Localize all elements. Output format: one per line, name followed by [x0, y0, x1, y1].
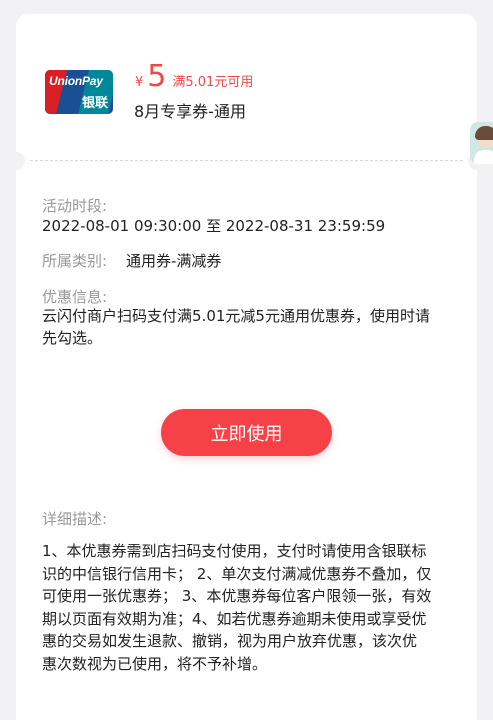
- currency-symbol: ¥: [135, 75, 144, 90]
- assistant-avatar-icon[interactable]: [470, 122, 493, 164]
- coupon-amount: 5: [147, 59, 167, 94]
- description-line: 识的中信银行信用卡； 2、单次支付满减优惠券不叠加，仅: [42, 564, 432, 583]
- category-value: 通用券-满减券: [126, 252, 222, 270]
- coupon-condition: 满5.01元可用: [172, 75, 254, 90]
- description-label: 详细描述:: [42, 510, 108, 528]
- offer-line: 云闪付商户扫码支付满5.01元减5元通用优惠券，使用时请: [42, 307, 430, 325]
- offer-info: 云闪付商户扫码支付满5.01元减5元通用优惠券，使用时请 先勾选。: [42, 305, 456, 349]
- description-text: 1、本优惠券需到店扫码支付使用，支付时请使用含银联标 识的中信银行信用卡； 2、…: [42, 540, 456, 676]
- period-value: 2022-08-01 09:30:00 至 2022-08-31 23:59:5…: [42, 217, 386, 235]
- logo-text-en: UnionPay: [49, 74, 103, 88]
- coupon-name: 8月专享券-通用: [134, 102, 246, 121]
- description-line: 1、本优惠券需到店扫码支付使用，支付时请使用含银联标: [42, 542, 427, 560]
- offer-label: 优惠信息:: [42, 288, 108, 306]
- period-label: 活动时段:: [42, 197, 108, 215]
- description-line: 惠次数视为已使用，将不予补增。: [42, 654, 268, 673]
- description-line: 可使用一张优惠券； 3、本优惠券每位客户限领一张，有效: [42, 587, 432, 606]
- unionpay-logo-icon: UnionPay 银联: [45, 70, 113, 114]
- logo-text-cn: 银联: [81, 96, 108, 111]
- category-label: 所属类别:: [42, 252, 108, 270]
- description-line: 惠的交易如发生退款、撤销，视为用户放弃优惠，该次优: [42, 632, 418, 651]
- card-notch-left: [7, 152, 25, 170]
- use-now-button[interactable]: 立即使用: [161, 409, 332, 456]
- description-line: 期以页面有效期为准；4、如若优惠券逾期未使用或享受优: [42, 609, 427, 628]
- coupon-price: ¥ 5 满5.01元可用: [135, 62, 253, 96]
- offer-line: 先勾选。: [42, 329, 103, 347]
